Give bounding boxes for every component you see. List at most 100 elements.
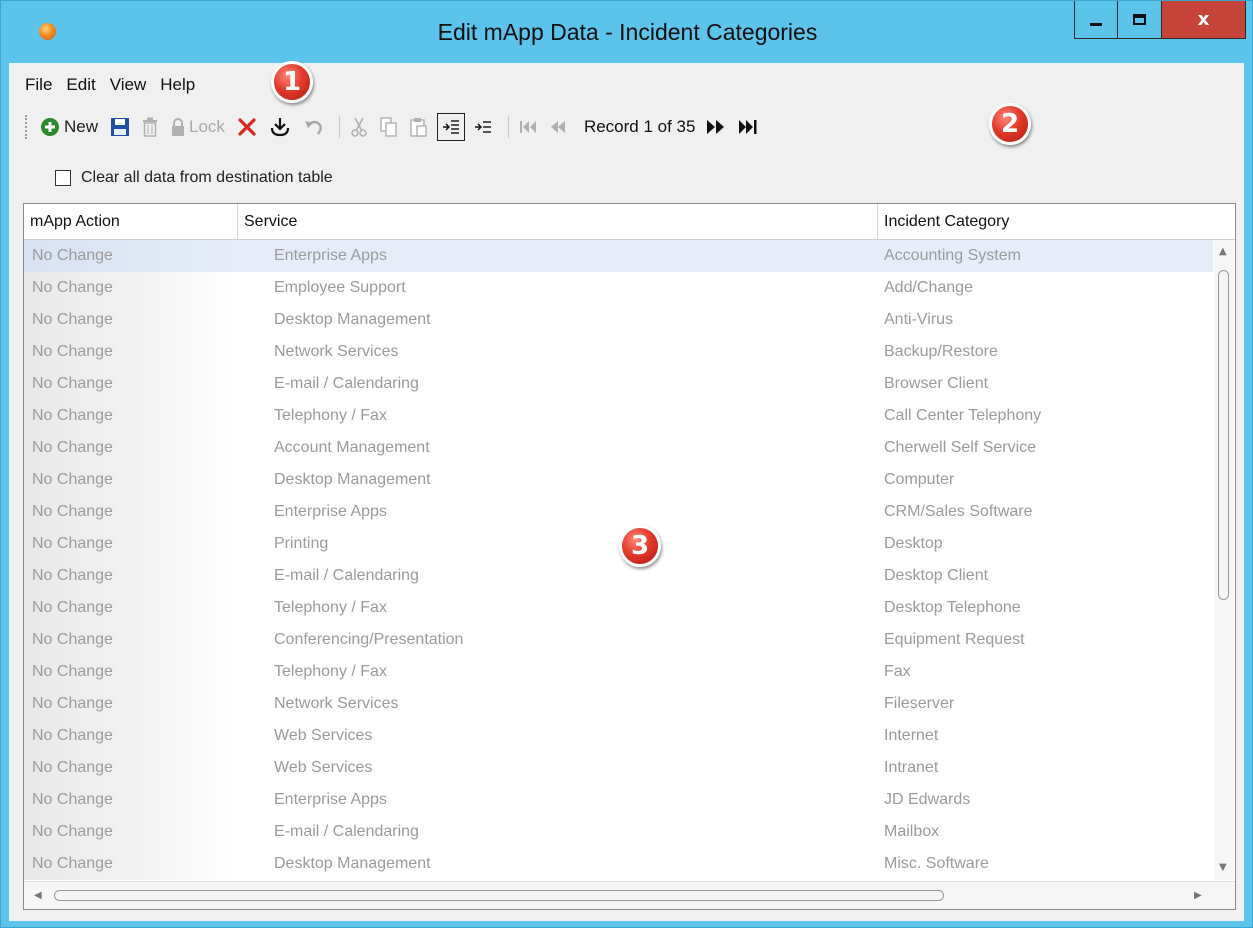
column-header-service[interactable]: Service bbox=[238, 204, 878, 239]
cell-mapp-action[interactable]: No Change bbox=[24, 592, 236, 624]
table-row[interactable]: No Change Employee Support Add/Change bbox=[24, 272, 1213, 304]
cell-service[interactable]: E-mail / Calendaring bbox=[274, 816, 419, 848]
paste-button[interactable] bbox=[407, 112, 431, 142]
vertical-scroll-thumb[interactable] bbox=[1218, 270, 1229, 600]
cell-incident-category[interactable]: Intranet bbox=[884, 752, 938, 784]
cell-mapp-action[interactable]: No Change bbox=[24, 560, 236, 592]
scroll-left-icon[interactable]: ◀ bbox=[34, 890, 42, 901]
table-row[interactable]: No Change E-mail / Calendaring Desktop Cli… bbox=[24, 560, 1213, 592]
cell-mapp-action[interactable]: No Change bbox=[24, 496, 236, 528]
table-row[interactable]: No Change Enterprise Apps CRM/Sales Softwa… bbox=[24, 496, 1213, 528]
menu-view[interactable]: View bbox=[110, 75, 147, 99]
cell-mapp-action[interactable]: No Change bbox=[24, 656, 236, 688]
maximize-button[interactable] bbox=[1118, 1, 1162, 39]
table-row[interactable]: No Change Desktop Management Computer bbox=[24, 464, 1213, 496]
cell-mapp-action[interactable]: No Change bbox=[24, 400, 236, 432]
cell-incident-category[interactable]: Anti-Virus bbox=[884, 304, 953, 336]
clear-data-checkbox[interactable] bbox=[55, 170, 71, 186]
scroll-right-icon[interactable]: ▶ bbox=[1194, 890, 1202, 901]
toolbar-grip[interactable] bbox=[25, 115, 29, 139]
import-button[interactable] bbox=[266, 112, 294, 142]
table-row[interactable]: No Change Desktop Management Misc. Softwar… bbox=[24, 848, 1213, 880]
cell-incident-category[interactable]: Fax bbox=[884, 656, 911, 688]
cell-service[interactable]: Enterprise Apps bbox=[274, 496, 387, 528]
cell-service[interactable]: Conferencing/Presentation bbox=[274, 624, 463, 656]
cell-service[interactable]: Web Services bbox=[274, 752, 372, 784]
copy-button[interactable] bbox=[377, 112, 401, 142]
table-row[interactable]: No Change E-mail / Calendaring Browser Cli… bbox=[24, 368, 1213, 400]
cell-mapp-action[interactable]: No Change bbox=[24, 272, 236, 304]
table-row[interactable]: No Change Desktop Management Anti-Virus bbox=[24, 304, 1213, 336]
cell-mapp-action[interactable]: No Change bbox=[24, 432, 236, 464]
cell-mapp-action[interactable]: No Change bbox=[24, 464, 236, 496]
lock-button[interactable]: Lock bbox=[167, 112, 228, 142]
table-row[interactable]: No Change Network Services Backup/Restore bbox=[24, 336, 1213, 368]
cell-service[interactable]: Desktop Management bbox=[274, 304, 431, 336]
cell-incident-category[interactable]: CRM/Sales Software bbox=[884, 496, 1033, 528]
vertical-scrollbar[interactable]: ▲ ▼ bbox=[1214, 240, 1234, 880]
cell-service[interactable]: Telephony / Fax bbox=[274, 592, 387, 624]
undo-button[interactable] bbox=[300, 112, 326, 142]
cell-service[interactable]: Telephony / Fax bbox=[274, 656, 387, 688]
table-row[interactable]: No Change Network Services Fileserver bbox=[24, 688, 1213, 720]
cell-mapp-action[interactable]: No Change bbox=[24, 624, 236, 656]
title-bar[interactable]: Edit mApp Data - Incident Categories x bbox=[1, 1, 1252, 63]
cell-mapp-action[interactable]: No Change bbox=[24, 720, 236, 752]
delete-record-button[interactable] bbox=[139, 112, 161, 142]
save-button[interactable] bbox=[107, 112, 133, 142]
cell-service[interactable]: Desktop Management bbox=[274, 848, 431, 880]
cell-incident-category[interactable]: Cherwell Self Service bbox=[884, 432, 1036, 464]
cell-incident-category[interactable]: Browser Client bbox=[884, 368, 988, 400]
horizontal-scrollbar[interactable]: ◀ ▶ bbox=[24, 881, 1235, 909]
table-row[interactable]: No Change Telephony / Fax Call Center Tele… bbox=[24, 400, 1213, 432]
previous-record-button[interactable] bbox=[546, 112, 570, 142]
cell-incident-category[interactable]: Desktop Client bbox=[884, 560, 988, 592]
scroll-down-icon[interactable]: ▼ bbox=[1219, 862, 1227, 873]
cell-mapp-action[interactable]: No Change bbox=[24, 784, 236, 816]
cancel-button[interactable] bbox=[234, 112, 260, 142]
clear-data-option[interactable]: Clear all data from destination table bbox=[55, 169, 333, 187]
cell-service[interactable]: E-mail / Calendaring bbox=[274, 560, 419, 592]
cell-mapp-action[interactable]: No Change bbox=[24, 752, 236, 784]
cell-service[interactable]: Web Services bbox=[274, 720, 372, 752]
cell-service[interactable]: Printing bbox=[274, 528, 328, 560]
cut-button[interactable] bbox=[347, 112, 371, 142]
table-row[interactable]: No Change Enterprise Apps JD Edwards bbox=[24, 784, 1213, 816]
cell-incident-category[interactable]: JD Edwards bbox=[884, 784, 970, 816]
menu-help[interactable]: Help bbox=[160, 75, 195, 99]
cell-mapp-action[interactable]: No Change bbox=[24, 304, 236, 336]
last-record-button[interactable] bbox=[735, 112, 761, 142]
cell-service[interactable]: E-mail / Calendaring bbox=[274, 368, 419, 400]
cell-service[interactable]: Enterprise Apps bbox=[274, 784, 387, 816]
table-row[interactable]: No Change Telephony / Fax Desktop Telephon… bbox=[24, 592, 1213, 624]
cell-mapp-action[interactable]: No Change bbox=[24, 336, 236, 368]
cell-incident-category[interactable]: Call Center Telephony bbox=[884, 400, 1041, 432]
cell-service[interactable]: Network Services bbox=[274, 688, 398, 720]
close-button[interactable]: x bbox=[1162, 1, 1246, 39]
cell-incident-category[interactable]: Fileserver bbox=[884, 688, 954, 720]
table-row[interactable]: No Change Account Management Cherwell Self… bbox=[24, 432, 1213, 464]
cell-incident-category[interactable]: Accounting System bbox=[884, 240, 1021, 272]
cell-mapp-action[interactable]: No Change bbox=[24, 816, 236, 848]
minimize-button[interactable] bbox=[1074, 1, 1118, 39]
cell-incident-category[interactable]: Computer bbox=[884, 464, 954, 496]
cell-mapp-action[interactable]: No Change bbox=[24, 240, 236, 272]
cell-incident-category[interactable]: Mailbox bbox=[884, 816, 939, 848]
cell-incident-category[interactable]: Desktop Telephone bbox=[884, 592, 1021, 624]
scroll-up-icon[interactable]: ▲ bbox=[1219, 246, 1227, 257]
cell-incident-category[interactable]: Backup/Restore bbox=[884, 336, 998, 368]
cell-service[interactable]: Telephony / Fax bbox=[274, 400, 387, 432]
indent-button[interactable] bbox=[436, 113, 465, 141]
cell-incident-category[interactable]: Add/Change bbox=[884, 272, 973, 304]
cell-incident-category[interactable]: Desktop bbox=[884, 528, 943, 560]
cell-mapp-action[interactable]: No Change bbox=[24, 688, 236, 720]
table-row[interactable]: No Change Web Services Internet bbox=[24, 720, 1213, 752]
cell-incident-category[interactable]: Internet bbox=[884, 720, 938, 752]
cell-mapp-action[interactable]: No Change bbox=[24, 368, 236, 400]
cell-incident-category[interactable]: Equipment Request bbox=[884, 624, 1025, 656]
cell-mapp-action[interactable]: No Change bbox=[24, 848, 236, 880]
cell-service[interactable]: Account Management bbox=[274, 432, 430, 464]
column-header-incident-category[interactable]: Incident Category bbox=[878, 204, 1234, 239]
outdent-button[interactable] bbox=[471, 112, 495, 142]
table-row[interactable]: No Change E-mail / Calendaring Mailbox bbox=[24, 816, 1213, 848]
